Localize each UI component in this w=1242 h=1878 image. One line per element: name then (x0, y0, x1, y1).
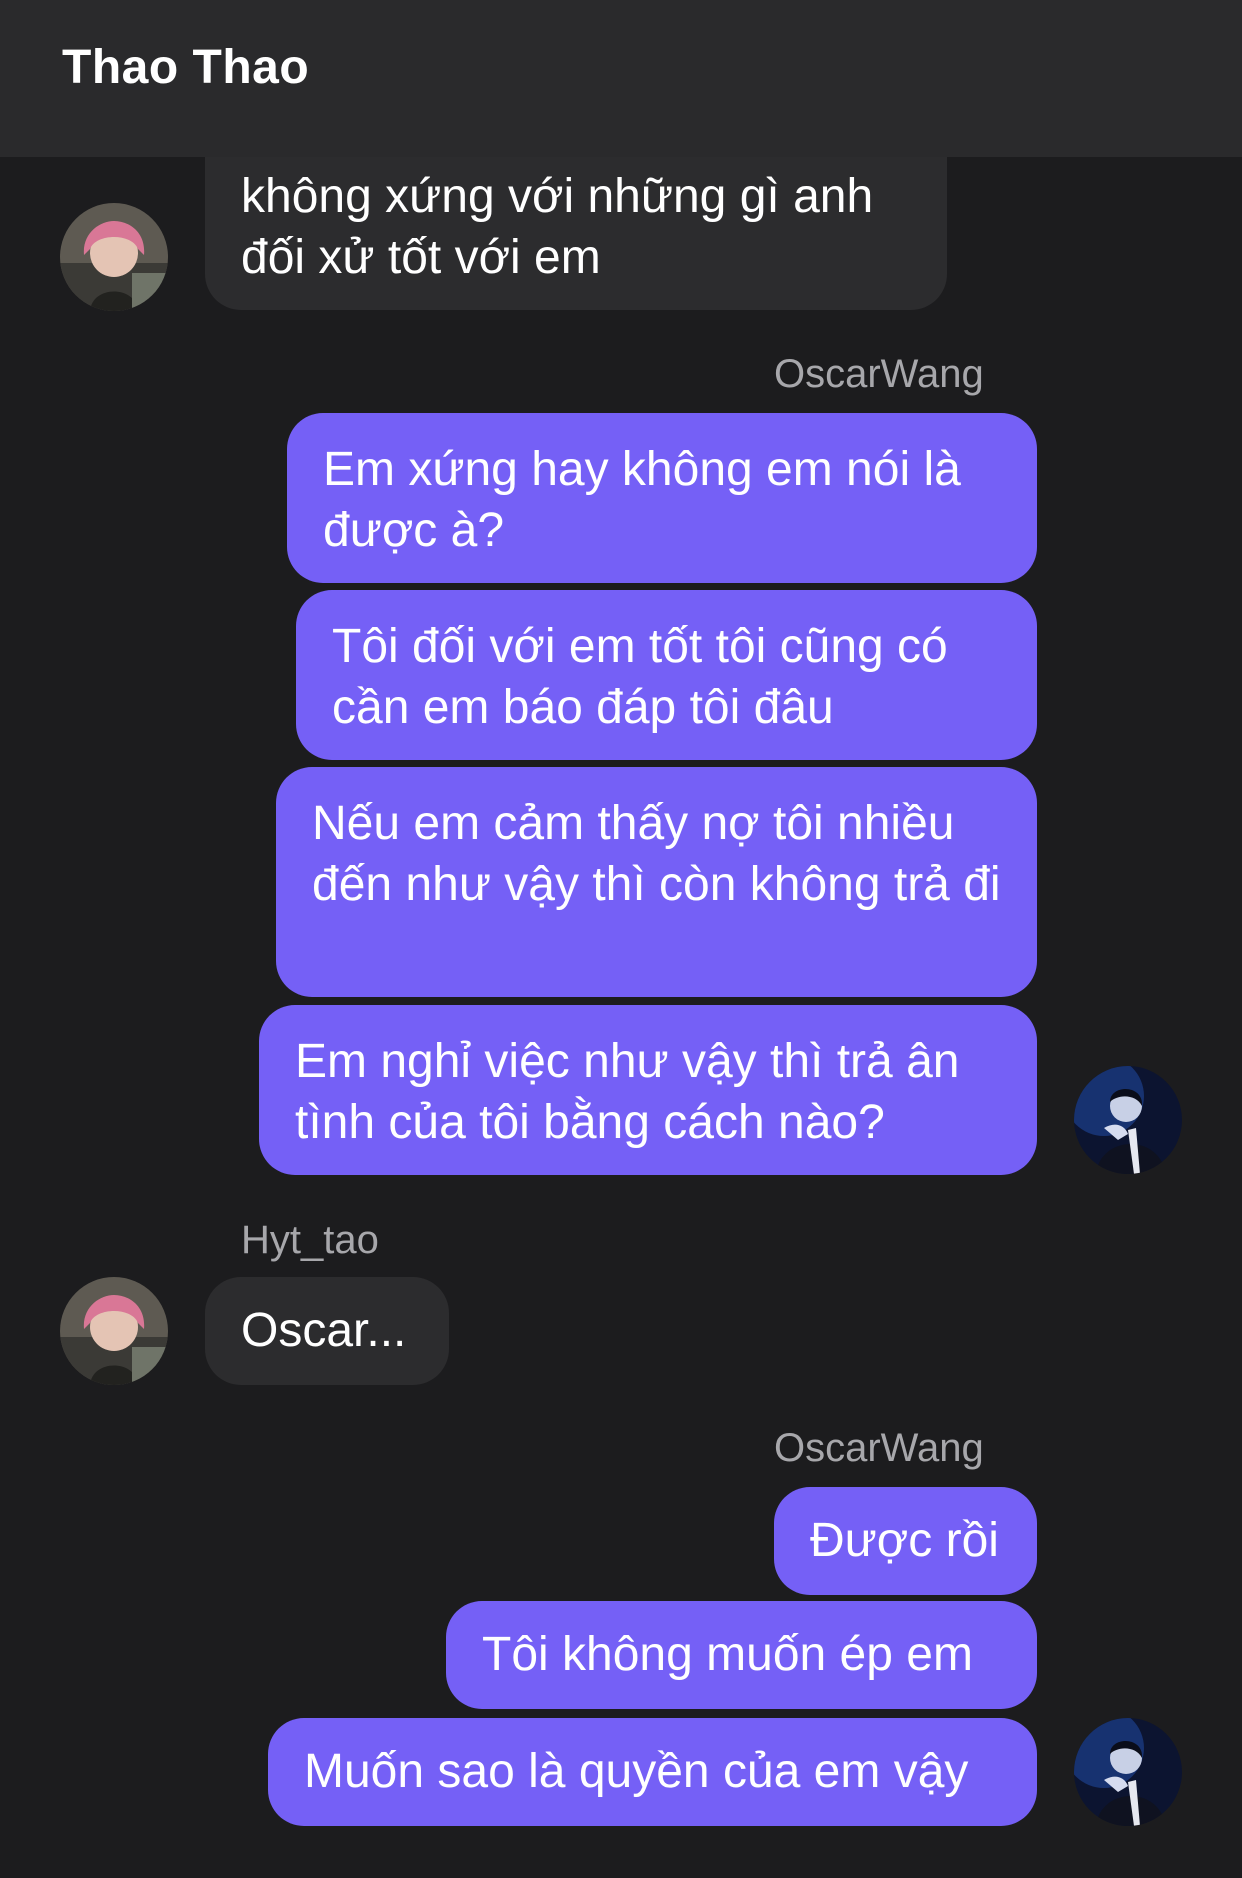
sender-name: Hyt_tao (241, 1218, 379, 1262)
message-text: Nếu em cảm thấy nợ tôi nhiều đến như vậy… (312, 797, 1001, 911)
message-text: Em nghỉ việc như vậy thì trả ân tình của… (295, 1035, 960, 1149)
message-bubble-outgoing[interactable]: Tôi đối với em tốt tôi cũng có cần em bá… (296, 590, 1037, 760)
message-bubble-outgoing[interactable]: Em xứng hay không em nói là được à? (287, 413, 1037, 583)
message-text: Muốn sao là quyền của em vậy (304, 1745, 969, 1798)
avatar-oscarwang[interactable] (1074, 1718, 1182, 1826)
message-text: Oscar... (241, 1304, 407, 1357)
sender-name: OscarWang (774, 1426, 984, 1470)
sender-name: OscarWang (774, 352, 984, 396)
message-bubble-outgoing[interactable]: Được rồi (774, 1487, 1037, 1595)
message-text: Em xứng hay không em nói là được à? (323, 443, 961, 557)
message-bubble-outgoing[interactable]: Em nghỉ việc như vậy thì trả ân tình của… (259, 1005, 1037, 1175)
message-text: Được rồi (810, 1514, 999, 1567)
message-bubble-outgoing[interactable]: Muốn sao là quyền của em vậy (268, 1718, 1037, 1826)
chat-thread[interactable]: không xứng với những gì anh đối xử tốt v… (0, 0, 1242, 1878)
message-text: Tôi đối với em tốt tôi cũng có cần em bá… (332, 620, 948, 734)
conversation-title[interactable]: Thao Thao (62, 40, 309, 95)
message-bubble-outgoing[interactable]: Tôi không muốn ép em (446, 1601, 1037, 1709)
chat-header: Thao Thao (0, 0, 1242, 157)
avatar-hyt-tao[interactable] (60, 203, 168, 311)
message-bubble-outgoing[interactable]: Nếu em cảm thấy nợ tôi nhiều đến như vậy… (276, 767, 1037, 997)
message-text: Tôi không muốn ép em (482, 1628, 973, 1681)
message-bubble-incoming[interactable]: Oscar... (205, 1277, 449, 1385)
avatar-hyt-tao[interactable] (60, 1277, 168, 1385)
message-text: không xứng với những gì anh đối xử tốt v… (241, 170, 874, 284)
avatar-oscarwang[interactable] (1074, 1066, 1182, 1174)
